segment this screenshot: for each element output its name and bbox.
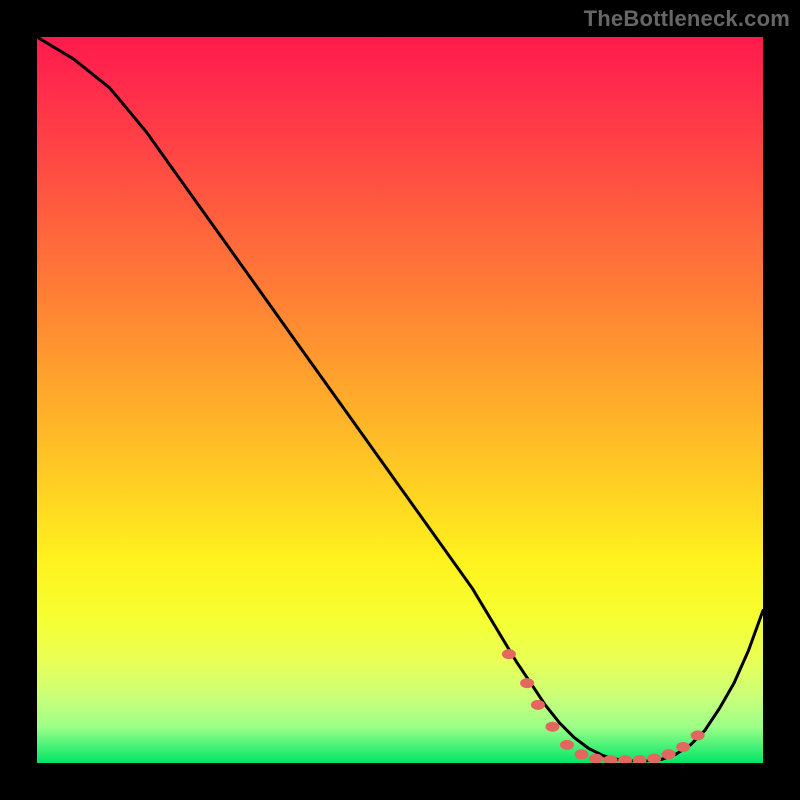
- curve-marker: [662, 749, 676, 759]
- curve-marker: [560, 740, 574, 750]
- curve-markers: [502, 649, 705, 763]
- chart-frame: TheBottleneck.com: [0, 0, 800, 800]
- curve-marker: [691, 730, 705, 740]
- curve-svg: [37, 37, 763, 763]
- curve-marker: [618, 755, 632, 763]
- curve-marker: [633, 755, 647, 763]
- curve-marker: [502, 649, 516, 659]
- bottleneck-curve: [37, 37, 763, 761]
- curve-marker: [520, 678, 534, 688]
- watermark-text: TheBottleneck.com: [584, 6, 790, 32]
- curve-marker: [647, 754, 661, 763]
- plot-area: [37, 37, 763, 763]
- curve-marker: [676, 742, 690, 752]
- curve-marker: [546, 722, 560, 732]
- curve-marker: [531, 700, 545, 710]
- curve-marker: [575, 749, 589, 759]
